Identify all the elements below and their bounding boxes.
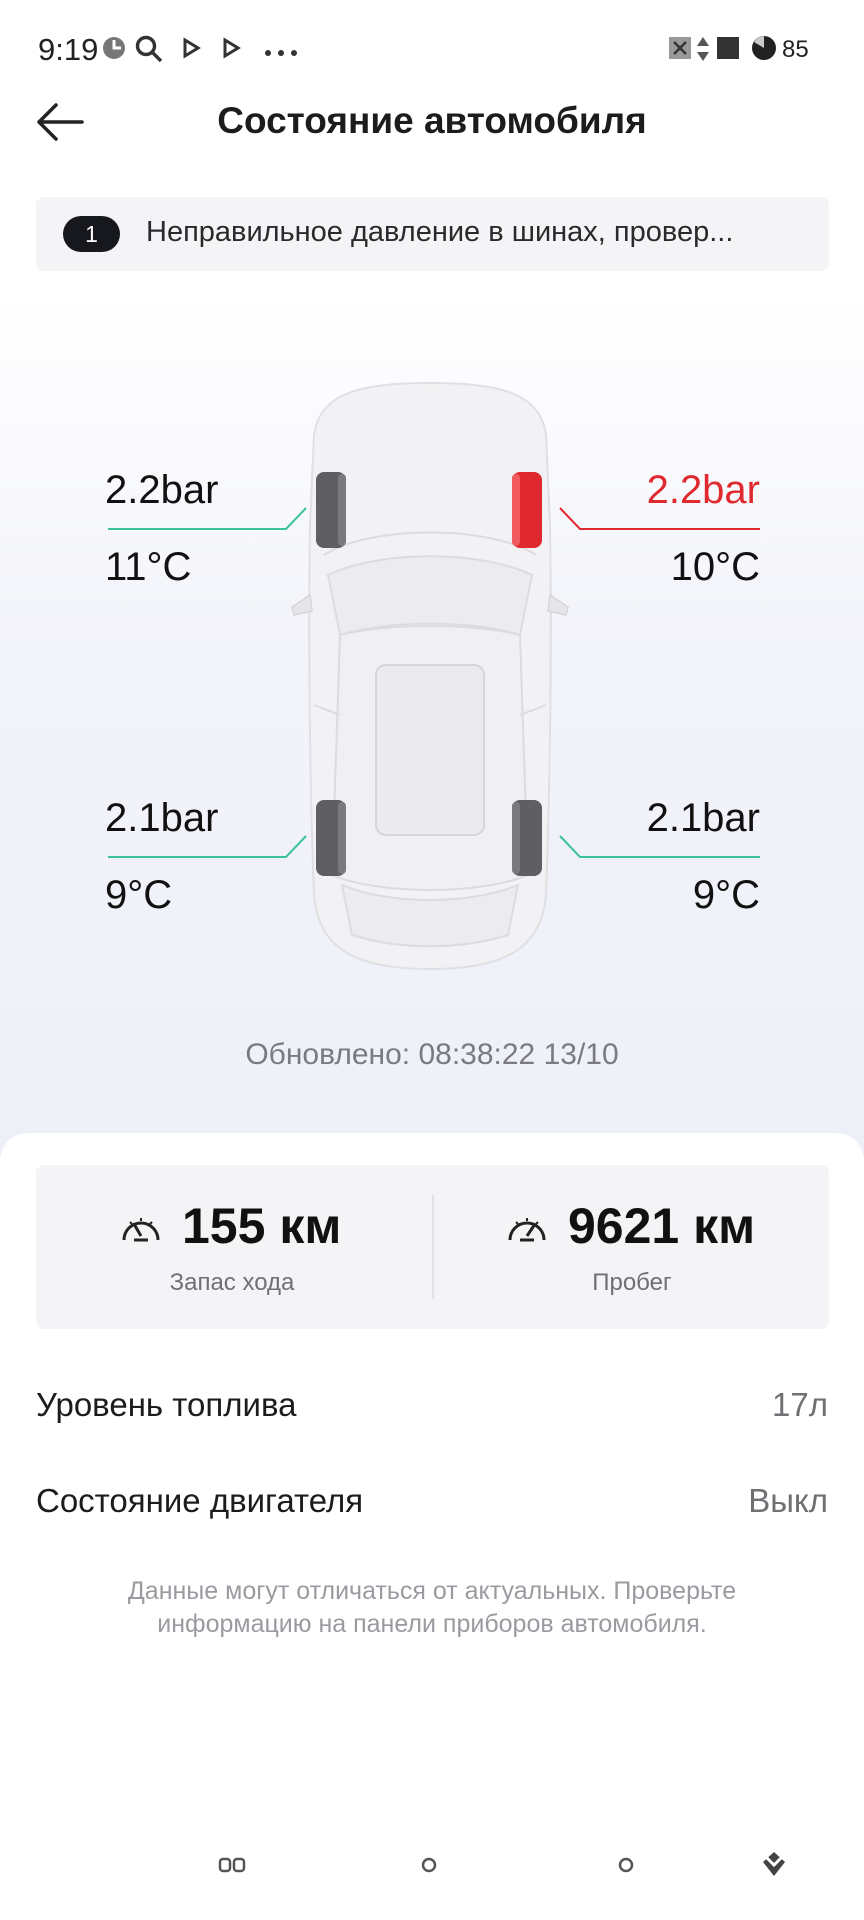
- mileage-label: Пробег: [592, 1269, 672, 1296]
- engine-state-value: Выкл: [748, 1482, 828, 1519]
- front-left-temperature: 11°C: [105, 545, 192, 589]
- range-value: 155 км: [182, 1198, 342, 1254]
- battery-level: 85: [782, 36, 809, 63]
- rear-right-pressure: 2.1bar: [646, 796, 760, 840]
- mileage-value: 9621 км: [568, 1198, 756, 1254]
- stats-card: 155 км Запас хода 9621 км Пробег: [36, 1165, 829, 1329]
- front-right-pressure: 2.2bar: [646, 468, 760, 512]
- assistant-icon[interactable]: [759, 1848, 789, 1885]
- last-updated: Обновлено: 08:38:22 13/10: [245, 1038, 619, 1071]
- front-right-temperature: 10°C: [670, 545, 760, 589]
- rear-left-temperature: 9°C: [105, 873, 173, 917]
- square-icon: [717, 37, 739, 64]
- search-icon: [134, 34, 164, 69]
- rear-left-pressure: 2.1bar: [105, 796, 219, 840]
- front-left-pressure: 2.2bar: [105, 468, 219, 512]
- play-icon: [180, 37, 202, 64]
- battery-pie-icon: [751, 35, 777, 66]
- alert-count-badge: 1: [63, 216, 120, 252]
- fuel-level-label: Уровень топлива: [36, 1386, 297, 1423]
- no-sim-icon: [668, 36, 692, 65]
- recent-apps-icon[interactable]: [218, 1857, 246, 1878]
- stats-divider: [432, 1195, 434, 1299]
- tire-pressure-alert[interactable]: 1 Неправильное давление в шинах, провер.…: [36, 197, 829, 271]
- alert-text: Неправильное давление в шинах, провер...: [146, 216, 734, 248]
- engine-state-label: Состояние двигателя: [36, 1482, 364, 1519]
- clock-icon: [100, 34, 128, 67]
- status-bar: 9:19 85: [0, 0, 864, 96]
- car-top-view: [291, 381, 569, 971]
- page-title: Состояние автомобиля: [217, 100, 647, 141]
- data-arrows-icon: [696, 36, 710, 67]
- odometer-gauge-icon: [506, 1210, 548, 1251]
- more-icon: [264, 44, 298, 62]
- rear-right-temperature: 9°C: [692, 873, 760, 917]
- vehicle-status-screen: 9:19 85 Состояние автомобиля 1 Неправиль…: [0, 0, 864, 1920]
- range-gauge-icon: [120, 1210, 162, 1251]
- range-label: Запас хода: [169, 1269, 295, 1296]
- status-time: 9:19: [38, 32, 99, 67]
- back-circle-icon[interactable]: [617, 1856, 635, 1879]
- play-icon: [220, 37, 242, 64]
- home-icon[interactable]: [420, 1856, 438, 1879]
- fuel-level-value: 17л: [772, 1386, 828, 1423]
- disclaimer-text: Данные могут отличаться от актуальных. П…: [127, 1577, 737, 1638]
